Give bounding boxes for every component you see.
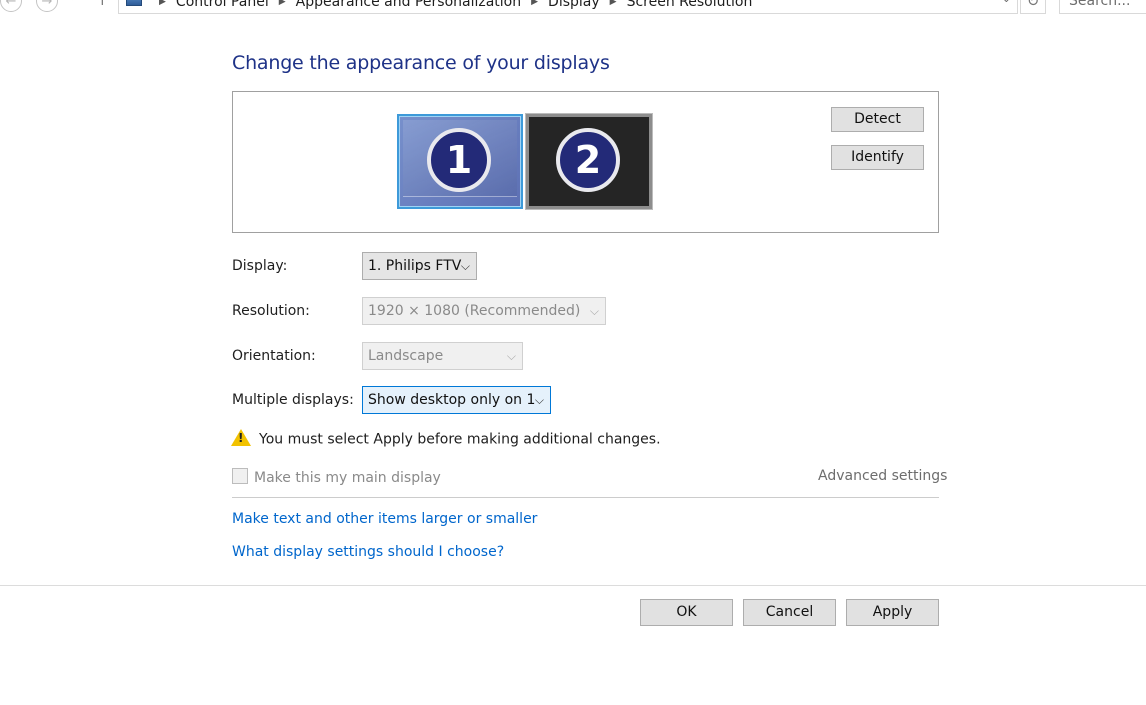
display-select-value: 1. Philips FTV xyxy=(368,258,462,274)
monitor-number-badge: 2 xyxy=(556,127,620,192)
checkbox-box[interactable] xyxy=(232,468,248,484)
detect-button[interactable]: Detect xyxy=(831,107,924,132)
back-arrow-icon[interactable]: ← xyxy=(0,0,22,12)
up-arrow-icon[interactable]: ↑ xyxy=(96,0,109,10)
multiple-displays-label: Multiple displays: xyxy=(232,392,354,408)
breadcrumb-separator-icon: ▶ xyxy=(278,0,286,7)
footer-divider xyxy=(0,585,1146,586)
monitor-2[interactable]: 2 xyxy=(526,114,652,209)
breadcrumb: ▶ Control Panel ▶ Appearance and Personaliz… xyxy=(149,0,752,10)
resolution-select-value: 1920 × 1080 (Recommended) xyxy=(368,303,581,319)
breadcrumb-screen-resolution[interactable]: Screen Resolution xyxy=(627,0,753,10)
display-select[interactable]: 1. Philips FTV ⌵ xyxy=(362,252,477,280)
display-settings-help-link[interactable]: What display settings should I choose? xyxy=(232,544,504,560)
control-panel-icon xyxy=(126,0,142,6)
breadcrumb-control-panel[interactable]: Control Panel xyxy=(176,0,269,10)
divider xyxy=(232,497,939,498)
display-label: Display: xyxy=(232,258,288,274)
breadcrumb-separator-icon: ▶ xyxy=(531,0,539,7)
resolution-select[interactable]: 1920 × 1080 (Recommended) ⌵ xyxy=(362,297,606,325)
multiple-displays-select[interactable]: Show desktop only on 1 ⌵ xyxy=(362,386,551,414)
forward-arrow-icon[interactable]: → xyxy=(36,0,58,12)
ok-button[interactable]: OK xyxy=(640,599,733,626)
address-bar[interactable]: ▶ Control Panel ▶ Appearance and Personaliz… xyxy=(118,0,1018,14)
monitor-arrangement-panel: 1 2 Detect Identify xyxy=(232,91,939,233)
main-display-checkbox[interactable]: Make this my main display xyxy=(232,468,441,486)
breadcrumb-appearance[interactable]: Appearance and Personalization xyxy=(296,0,521,10)
main-display-checkbox-label: Make this my main display xyxy=(254,470,441,486)
warning-icon: ! xyxy=(231,429,251,446)
orientation-label: Orientation: xyxy=(232,348,316,364)
breadcrumb-display[interactable]: Display xyxy=(548,0,600,10)
text-size-link[interactable]: Make text and other items larger or smal… xyxy=(232,511,537,527)
advanced-settings-link[interactable]: Advanced settings xyxy=(818,468,947,484)
search-input[interactable]: Search... xyxy=(1059,0,1146,14)
breadcrumb-separator-icon: ▶ xyxy=(159,0,166,7)
chevron-down-icon: ⌵ xyxy=(534,393,544,407)
chevron-down-icon: ⌵ xyxy=(460,259,470,273)
identify-button[interactable]: Identify xyxy=(831,145,924,170)
apply-button[interactable]: Apply xyxy=(846,599,939,626)
orientation-select[interactable]: Landscape ⌵ xyxy=(362,342,523,370)
multiple-displays-select-value: Show desktop only on 1 xyxy=(368,392,536,408)
breadcrumb-separator-icon: ▶ xyxy=(609,0,617,7)
chevron-down-icon: ⌵ xyxy=(589,304,599,318)
warning-text: You must select Apply before making addi… xyxy=(259,431,661,448)
page-title: Change the appearance of your displays xyxy=(232,52,610,74)
recent-locations-chevron-icon[interactable]: ▼ xyxy=(69,0,76,2)
refresh-icon[interactable]: ↻ xyxy=(1020,0,1046,14)
chevron-down-icon: ⌵ xyxy=(506,349,516,363)
resolution-label: Resolution: xyxy=(232,303,310,319)
monitor-1[interactable]: 1 xyxy=(397,114,523,209)
monitor-number-badge: 1 xyxy=(427,127,491,192)
apply-warning: ! You must select Apply before making add… xyxy=(231,429,661,448)
orientation-select-value: Landscape xyxy=(368,348,444,364)
address-dropdown-chevron-icon[interactable]: ⌄ xyxy=(1002,0,1011,5)
navigation-bar: ← → ▼ ↑ ▶ Control Panel ▶ Appearance and Pe… xyxy=(0,0,1146,14)
cancel-button[interactable]: Cancel xyxy=(743,599,836,626)
